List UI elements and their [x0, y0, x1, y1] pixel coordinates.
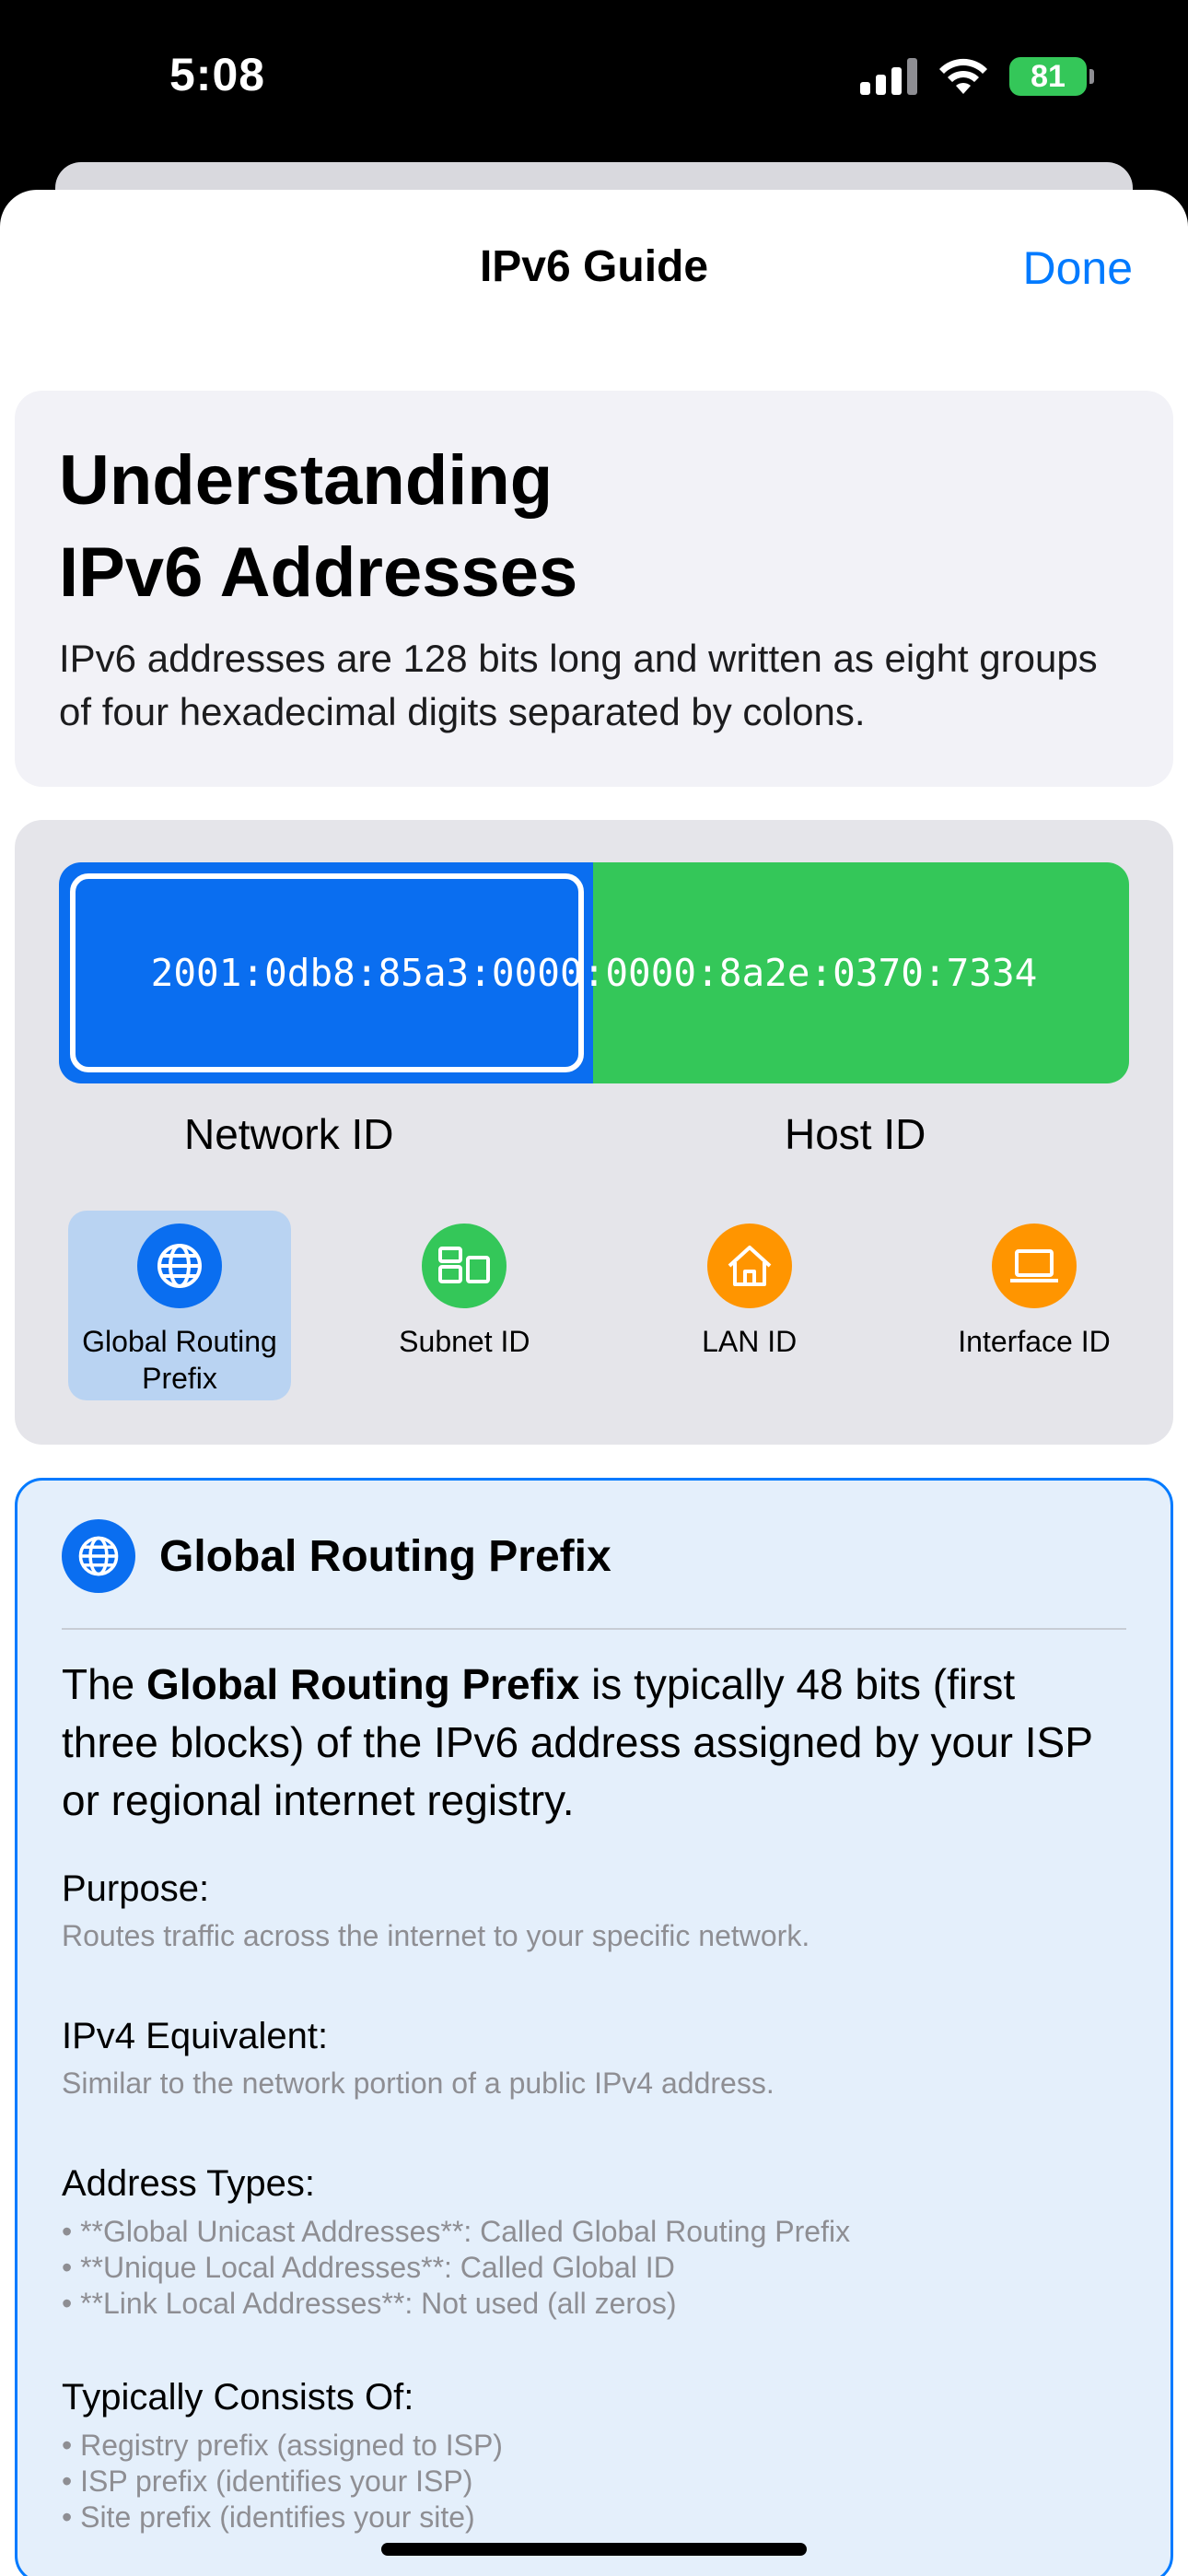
home-indicator[interactable] — [381, 2543, 807, 2556]
list-item: • Site prefix (identifies your site) — [62, 2500, 475, 2534]
house-icon — [706, 1224, 792, 1308]
segment-selector: Global Routing Prefix Subnet ID LAN ID I… — [68, 1211, 1146, 1400]
chip-label: Subnet ID — [399, 1325, 530, 1358]
detail-card: Global Routing Prefix The Global Routing… — [15, 1478, 1173, 2576]
lead-bold: Global Routing Prefix — [146, 1660, 580, 1708]
address-text: 2001:0db8:85a3:0000:0000:8a2e:0370:7334 — [150, 951, 1038, 995]
chip-label: Interface ID — [958, 1325, 1111, 1358]
list-item: • **Global Unicast Addresses**: Called G… — [62, 2215, 851, 2248]
wifi-icon — [939, 58, 987, 94]
purpose-text: Routes traffic across the internet to yo… — [62, 1919, 810, 1952]
consists-heading: Typically Consists Of: — [62, 2377, 414, 2418]
list-item: • Registry prefix (assigned to ISP) — [62, 2429, 503, 2462]
battery-indicator: 81 — [1009, 57, 1094, 96]
globe-icon — [62, 1519, 135, 1593]
chip-global-routing-prefix[interactable]: Global Routing Prefix — [68, 1211, 291, 1400]
list-item: • ISP prefix (identifies your ISP) — [62, 2465, 473, 2498]
detail-body: The Global Routing Prefix is typically 4… — [62, 1656, 1115, 2576]
subnet-icon — [422, 1224, 507, 1308]
intro-title: Understanding IPv6 Addresses — [59, 435, 1129, 619]
cellular-signal-icon — [860, 58, 917, 95]
chip-label: LAN ID — [702, 1325, 798, 1358]
status-time: 5:08 — [169, 49, 266, 100]
list-item: • **Link Local Addresses**: Not used (al… — [62, 2287, 677, 2320]
status-icons: 81 — [860, 57, 1094, 96]
ipv4-text: Similar to the network portion of a publ… — [62, 2067, 775, 2100]
intro-title-line1: Understanding — [59, 441, 553, 520]
network-id-label: Network ID — [184, 1110, 394, 1158]
globe-icon — [137, 1224, 222, 1308]
types-list: • **Global Unicast Addresses**: Called G… — [62, 2214, 1115, 2322]
ipv4-heading: IPv4 Equivalent: — [62, 2016, 329, 2056]
detail-header: Global Routing Prefix — [62, 1519, 611, 1593]
intro-title-line2: IPv6 Addresses — [59, 533, 578, 612]
done-button[interactable]: Done — [1022, 241, 1133, 295]
lead-prefix: The — [62, 1660, 147, 1708]
detail-lead: The Global Routing Prefix is typically 4… — [62, 1656, 1115, 1830]
page-title: IPv6 Guide — [479, 242, 709, 291]
intro-card: Understanding IPv6 Addresses IPv6 addres… — [15, 391, 1173, 787]
intro-description: IPv6 addresses are 128 bits long and wri… — [59, 637, 1098, 733]
detail-title: Global Routing Prefix — [159, 1531, 611, 1581]
chip-subnet-id[interactable]: Subnet ID — [353, 1211, 576, 1400]
guide-sheet: IPv6 Guide Done Understanding IPv6 Addre… — [0, 190, 1188, 2576]
host-id-label: Host ID — [785, 1110, 926, 1158]
address-diagram: 2001:0db8:85a3:0000:0000:8a2e:0370:7334 … — [15, 820, 1173, 1445]
consists-list: • Registry prefix (assigned to ISP) • IS… — [62, 2428, 1115, 2535]
chip-lan-id[interactable]: LAN ID — [638, 1211, 861, 1400]
divider — [62, 1628, 1126, 1630]
list-item: • **Unique Local Addresses**: Called Glo… — [62, 2251, 675, 2284]
chip-interface-id[interactable]: Interface ID — [923, 1211, 1146, 1400]
laptop-icon — [991, 1224, 1077, 1308]
types-heading: Address Types: — [62, 2163, 315, 2204]
chip-label: Global Routing Prefix — [82, 1325, 277, 1395]
purpose-heading: Purpose: — [62, 1868, 210, 1909]
battery-level: 81 — [1031, 58, 1066, 94]
